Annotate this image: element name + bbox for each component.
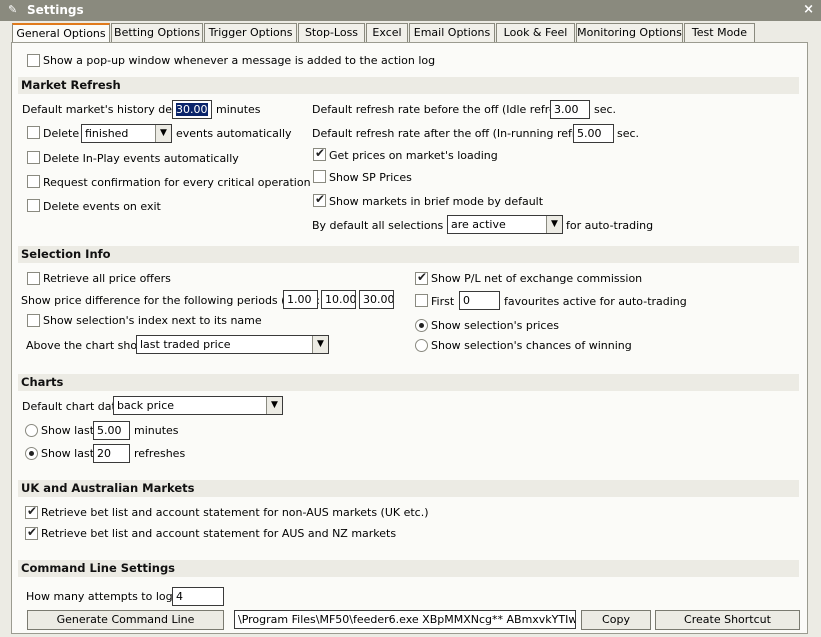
show-chances-radio[interactable] — [415, 339, 428, 352]
show-last-minutes-input[interactable]: 5.00 — [93, 421, 130, 440]
aus-nz-checkbox[interactable] — [25, 525, 38, 540]
section-market-refresh: Market Refresh — [18, 77, 799, 94]
window-title: Settings — [27, 3, 84, 17]
show-last-minutes-radio[interactable] — [25, 424, 38, 437]
attempts-input[interactable]: 4 — [172, 587, 224, 606]
attempts-label: How many attempts to log in: — [26, 590, 190, 603]
tab-look-and-feel[interactable]: Look & Feel — [496, 23, 575, 43]
above-chart-label: Above the chart show — [26, 339, 147, 352]
show-last-refreshes-input[interactable]: 20 — [93, 444, 130, 463]
retrieve-all-label: Retrieve all price offers — [43, 272, 171, 285]
price-diff-input-3[interactable]: 30.00 — [359, 290, 394, 309]
selections-default-select[interactable]: are active ▼ — [447, 215, 563, 234]
selections-default-label: By default all selections are — [312, 219, 465, 232]
inrunning-refresh-label: Default refresh rate after the off (In-r… — [312, 127, 600, 140]
show-pl-label: Show P/L net of exchange commission — [431, 272, 643, 285]
request-confirm-label: Request confirmation for every critical … — [43, 176, 311, 189]
tab-monitoring-options[interactable]: Monitoring Options — [576, 23, 683, 43]
first-favourites-checkbox[interactable] — [415, 294, 428, 307]
delete-on-exit-checkbox[interactable] — [27, 199, 40, 212]
minutes-unit: minutes — [134, 424, 179, 437]
section-selection-info: Selection Info — [18, 246, 799, 263]
request-confirm-checkbox[interactable] — [27, 175, 40, 188]
tab-betting-options[interactable]: Betting Options — [111, 23, 203, 43]
chevron-down-icon: ▼ — [266, 397, 282, 414]
show-last-minutes-label: Show last — [41, 424, 95, 437]
tab-general-options[interactable]: General Options — [12, 23, 110, 44]
show-index-label: Show selection's index next to its name — [43, 314, 262, 327]
selections-default-suffix: for auto-trading — [566, 219, 654, 232]
delete-on-exit-label: Delete events on exit — [43, 200, 161, 213]
section-charts: Charts — [18, 374, 799, 391]
brief-mode-checkbox[interactable] — [313, 192, 326, 207]
show-index-checkbox[interactable] — [27, 314, 40, 327]
chevron-down-icon: ▼ — [155, 125, 171, 142]
show-pl-checkbox[interactable] — [415, 270, 428, 285]
chevron-down-icon: ▼ — [546, 216, 562, 233]
default-chart-data-select[interactable]: back price ▼ — [113, 396, 283, 415]
show-sp-checkbox[interactable] — [313, 170, 326, 183]
popup-checkbox[interactable] — [27, 54, 40, 67]
get-prices-label: Get prices on market's loading — [329, 149, 498, 162]
chevron-down-icon: ▼ — [312, 336, 328, 353]
retrieve-all-checkbox[interactable] — [27, 272, 40, 285]
non-aus-checkbox[interactable] — [25, 504, 38, 519]
show-last-refreshes-radio[interactable] — [25, 447, 38, 460]
price-diff-input-2[interactable]: 10.00 — [321, 290, 356, 309]
show-prices-label: Show selection's prices — [431, 319, 559, 332]
create-shortcut-button[interactable]: Create Shortcut — [655, 610, 800, 630]
section-uk-aus-markets: UK and Australian Markets — [18, 480, 799, 497]
copy-button[interactable]: Copy — [581, 610, 651, 630]
show-chances-label: Show selection's chances of winning — [431, 339, 632, 352]
price-diff-label: Show price difference for the following … — [21, 294, 320, 307]
delete-checkbox[interactable] — [27, 126, 40, 139]
first-favourites-input[interactable]: 0 — [459, 291, 500, 310]
idle-refresh-label: Default refresh rate before the off (Idl… — [312, 103, 573, 116]
idle-refresh-input[interactable]: 3.00 — [550, 100, 590, 119]
tab-trigger-options[interactable]: Trigger Options — [204, 23, 297, 43]
title-bar: ✎ Settings × — [0, 0, 821, 21]
delete-suffix-label: events automatically — [176, 127, 292, 140]
delete-label: Delete — [43, 127, 80, 140]
aus-nz-label: Retrieve bet list and account statement … — [41, 527, 397, 540]
non-aus-label: Retrieve bet list and account statement … — [41, 506, 429, 519]
command-line-field[interactable]: \Program Files\MF50\feeder6.exe XBpMMXNc… — [234, 610, 576, 629]
show-sp-label: Show SP Prices — [329, 171, 412, 184]
tab-test-mode[interactable]: Test Mode — [684, 23, 755, 43]
tab-stop-loss[interactable]: Stop-Loss — [298, 23, 365, 43]
default-chart-data-label: Default chart data — [22, 400, 123, 413]
general-options-panel: Show a pop-up window whenever a message … — [11, 42, 808, 634]
refreshes-unit: refreshes — [134, 447, 186, 460]
get-prices-checkbox[interactable] — [313, 146, 326, 161]
history-depth-unit: minutes — [216, 103, 261, 116]
above-chart-select[interactable]: last traded price ▼ — [136, 335, 329, 354]
tab-email-options[interactable]: Email Options — [409, 23, 495, 43]
inrunning-refresh-unit: sec. — [617, 127, 640, 140]
first-suffix-label: favourites active for auto-trading — [504, 295, 687, 308]
show-prices-radio[interactable] — [415, 319, 428, 332]
section-command-line: Command Line Settings — [18, 560, 799, 577]
history-depth-input[interactable]: 30.00 — [172, 100, 212, 119]
delete-inplay-label: Delete In-Play events automatically — [43, 152, 239, 165]
generate-command-line-button[interactable]: Generate Command Line — [27, 610, 224, 630]
close-icon[interactable]: × — [803, 2, 814, 17]
first-label: First — [431, 295, 455, 308]
idle-refresh-unit: sec. — [594, 103, 617, 116]
tab-excel[interactable]: Excel — [366, 23, 408, 43]
brief-mode-label: Show markets in brief mode by default — [329, 195, 544, 208]
settings-window: ✎ Settings × General Options Betting Opt… — [0, 0, 821, 637]
price-diff-input-1[interactable]: 1.00 — [283, 290, 318, 309]
delete-inplay-checkbox[interactable] — [27, 151, 40, 164]
delete-status-select[interactable]: finished ▼ — [81, 124, 172, 143]
show-last-refreshes-label: Show last — [41, 447, 95, 460]
popup-label: Show a pop-up window whenever a message … — [43, 54, 436, 67]
history-depth-label: Default market's history depth — [22, 103, 191, 116]
settings-icon: ✎ — [8, 3, 18, 16]
inrunning-refresh-input[interactable]: 5.00 — [573, 124, 614, 143]
